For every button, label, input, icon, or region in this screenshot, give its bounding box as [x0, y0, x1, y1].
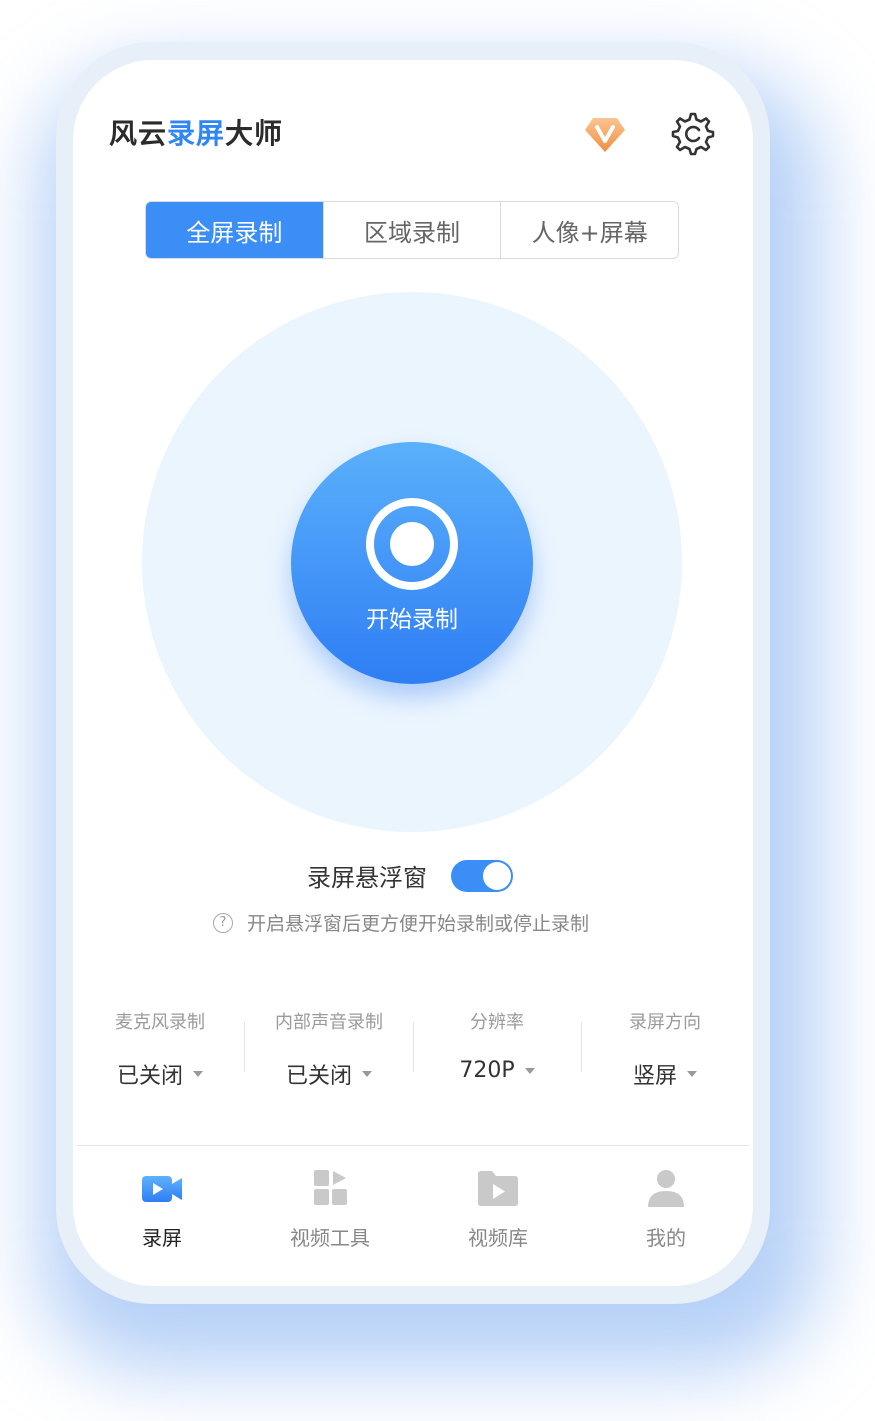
nav-item-profile[interactable]: 我的	[581, 1168, 751, 1251]
nav-label: 我的	[646, 1226, 686, 1250]
settings-divider	[244, 1022, 245, 1072]
nav-item-video-tools[interactable]: 视频工具	[245, 1168, 415, 1251]
video-camera-icon	[142, 1176, 182, 1202]
setting-label: 分辨率	[470, 1012, 524, 1033]
toggle-knob	[483, 861, 511, 890]
setting-internal-audio[interactable]: 内部声音录制 已关闭	[244, 1008, 414, 1090]
setting-value: 竖屏	[633, 1058, 697, 1090]
caret-down-icon	[362, 1071, 372, 1077]
help-question-icon[interactable]: ?	[213, 912, 233, 933]
title-part-1: 风云	[109, 117, 168, 150]
tab-fullscreen-record[interactable]: 全屏录制	[146, 202, 324, 258]
setting-label: 内部声音录制	[275, 1012, 383, 1033]
video-folder-icon	[478, 1171, 518, 1206]
record-mode-tabs: 全屏录制 区域录制 人像+屏幕	[145, 201, 679, 259]
title-part-2: 大师	[225, 117, 284, 150]
settings-divider	[581, 1022, 582, 1072]
hint-text: 开启悬浮窗后更方便开始录制或停止录制	[247, 913, 590, 935]
setting-value: 已关闭	[117, 1058, 203, 1090]
nav-item-video-library[interactable]: 视频库	[413, 1168, 583, 1251]
settings-divider	[413, 1022, 414, 1072]
user-profile-icon	[648, 1170, 684, 1207]
caret-down-icon	[193, 1071, 203, 1077]
setting-value: 720P	[459, 1058, 535, 1083]
start-record-label: 开始录制	[366, 607, 458, 633]
nav-label: 录屏	[142, 1226, 182, 1250]
setting-value: 已关闭	[286, 1058, 372, 1090]
record-icon	[366, 498, 458, 590]
caret-down-icon	[524, 1067, 535, 1074]
setting-orientation[interactable]: 录屏方向 竖屏	[580, 1008, 750, 1090]
setting-label: 麦克风录制	[115, 1012, 205, 1033]
tools-grid-icon	[314, 1170, 347, 1205]
floating-window-label: 录屏悬浮窗	[307, 864, 427, 892]
nav-label: 视频库	[468, 1226, 528, 1250]
record-dot	[390, 522, 434, 566]
floating-window-hint: ? 开启悬浮窗后更方便开始录制或停止录制	[213, 909, 589, 936]
app-title: 风云录屏大师	[109, 112, 283, 152]
floating-window-toggle[interactable]	[451, 859, 513, 892]
setting-value-text: 720P	[459, 1058, 515, 1083]
caret-down-icon	[687, 1071, 697, 1077]
vip-diamond-icon[interactable]	[583, 114, 627, 154]
setting-microphone[interactable]: 麦克风录制 已关闭	[75, 1008, 245, 1090]
nav-label: 视频工具	[290, 1226, 370, 1250]
nav-item-record[interactable]: 录屏	[77, 1168, 247, 1251]
setting-value-text: 竖屏	[632, 1064, 677, 1089]
setting-value-text: 已关闭	[116, 1064, 183, 1089]
setting-label: 录屏方向	[629, 1012, 701, 1033]
settings-gear-icon[interactable]	[671, 112, 715, 156]
start-record-button[interactable]: 开始录制	[291, 442, 533, 684]
title-accent: 录屏	[167, 117, 226, 150]
setting-resolution[interactable]: 分辨率 720P	[412, 1008, 582, 1083]
tab-portrait-screen[interactable]: 人像+屏幕	[501, 202, 678, 258]
setting-value-text: 已关闭	[285, 1064, 352, 1089]
app-screen: 风云录屏大师 全屏录制 区域录制 人像+屏幕 开始录制 录屏悬浮窗 ? 开启悬浮…	[73, 60, 753, 1286]
floating-window-row: 录屏悬浮窗	[307, 858, 513, 893]
nav-divider	[77, 1145, 749, 1146]
tab-region-record[interactable]: 区域录制	[324, 202, 502, 258]
